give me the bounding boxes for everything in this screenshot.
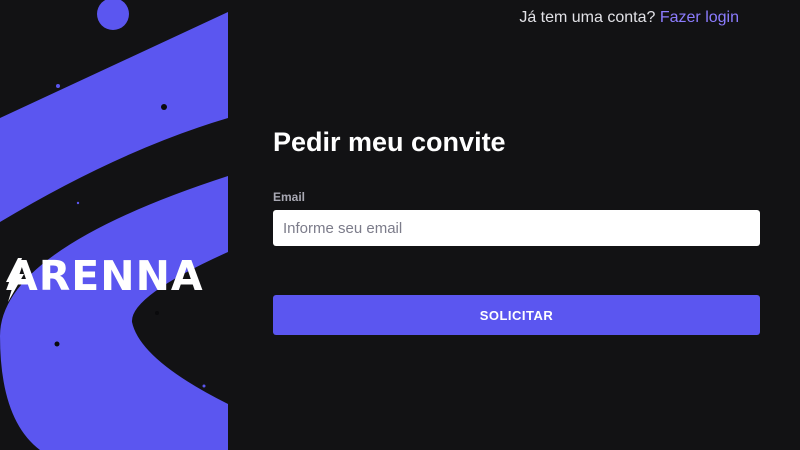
page-title: Pedir meu convite <box>273 127 506 157</box>
brand-panel: ARENNA <box>0 0 228 450</box>
login-prompt: Já tem uma conta? Fazer login <box>519 9 739 27</box>
login-link[interactable]: Fazer login <box>660 9 739 26</box>
decorative-stripe-lower <box>0 176 228 450</box>
invite-form: Pedir meu convite Email SOLICITAR <box>273 124 760 335</box>
brand-logo: ARENNA <box>6 252 204 300</box>
invite-request-page: ARENNA Já tem uma conta? Fazer login Ped… <box>0 0 800 450</box>
star-dot <box>56 84 60 88</box>
star-dot <box>202 384 206 388</box>
star-dot <box>76 201 80 205</box>
star-dot <box>155 311 159 315</box>
brand-artwork <box>0 0 228 450</box>
email-field[interactable] <box>273 210 760 246</box>
account-question-text: Já tem uma conta? <box>519 9 656 26</box>
star-dot <box>54 341 60 347</box>
submit-button[interactable]: SOLICITAR <box>273 295 760 335</box>
star-dot <box>161 104 167 110</box>
email-label: Email <box>273 190 306 204</box>
planet-circle <box>97 0 129 30</box>
